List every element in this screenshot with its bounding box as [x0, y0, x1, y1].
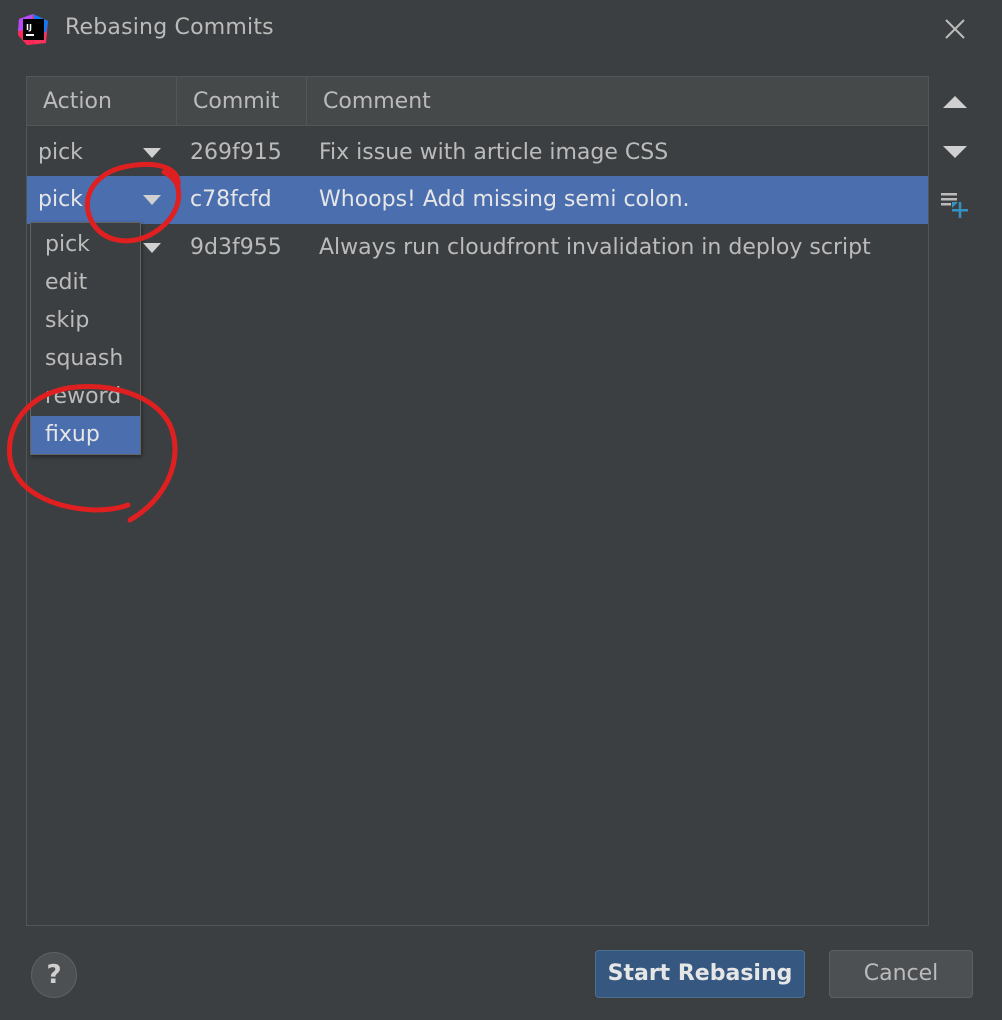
commit-comment: Fix issue with article image CSS [319, 140, 669, 165]
dropdown-option-edit[interactable]: edit [31, 264, 140, 302]
table-row[interactable]: 9d3f955 Always run cloudfront invalidati… [27, 224, 928, 272]
move-up-icon [943, 96, 967, 108]
table-row[interactable]: pick 269f915 Fix issue with article imag… [27, 129, 928, 177]
commit-hash: 9d3f955 [190, 235, 282, 260]
dropdown-option-reword[interactable]: reword [31, 378, 140, 416]
commits-table: Action Commit Comment pick 269f915 Fix i… [26, 76, 929, 926]
move-up-button[interactable] [936, 83, 974, 121]
move-down-icon [943, 146, 967, 158]
reorder-toolbar [930, 76, 980, 926]
action-cell[interactable]: pick [38, 176, 83, 224]
commit-hash: c78fcfd [190, 187, 272, 212]
cancel-button[interactable]: Cancel [829, 950, 973, 998]
close-icon [945, 19, 965, 39]
column-header-commit[interactable]: Commit [177, 77, 307, 126]
table-header: Action Commit Comment [27, 77, 928, 126]
dialog-title: Rebasing Commits [65, 15, 274, 40]
commit-comment: Always run cloudfront invalidation in de… [319, 235, 871, 260]
dropdown-option-fixup[interactable]: fixup [31, 416, 140, 454]
title-bar: IJ Rebasing Commits [0, 0, 1002, 60]
action-cell[interactable]: pick [38, 129, 83, 177]
rebasing-commits-dialog: IJ Rebasing Commits Action Commit Commen… [0, 0, 1002, 1020]
start-rebasing-button[interactable]: Start Rebasing [595, 950, 805, 998]
dropdown-option-squash[interactable]: squash [31, 340, 140, 378]
dropdown-option-pick[interactable]: pick [31, 226, 140, 264]
unite-commits-icon [941, 193, 968, 218]
close-button[interactable] [936, 12, 974, 46]
svg-text:IJ: IJ [26, 23, 32, 32]
action-dropdown-list: pick edit skip squash reword fixup [30, 222, 141, 455]
commit-comment: Whoops! Add missing semi colon. [319, 187, 690, 212]
column-header-comment[interactable]: Comment [307, 77, 928, 126]
help-button[interactable]: ? [31, 952, 77, 998]
chevron-down-icon[interactable] [143, 148, 161, 158]
chevron-down-icon[interactable] [143, 243, 161, 253]
dropdown-option-skip[interactable]: skip [31, 302, 140, 340]
intellij-idea-icon: IJ [17, 13, 50, 46]
move-down-button[interactable] [936, 133, 974, 171]
column-header-action[interactable]: Action [27, 77, 177, 126]
table-row-selected[interactable]: pick c78fcfd Whoops! Add missing semi co… [27, 176, 928, 224]
chevron-down-icon[interactable] [143, 195, 161, 205]
commit-hash: 269f915 [190, 140, 282, 165]
unite-commits-button[interactable] [936, 186, 974, 224]
